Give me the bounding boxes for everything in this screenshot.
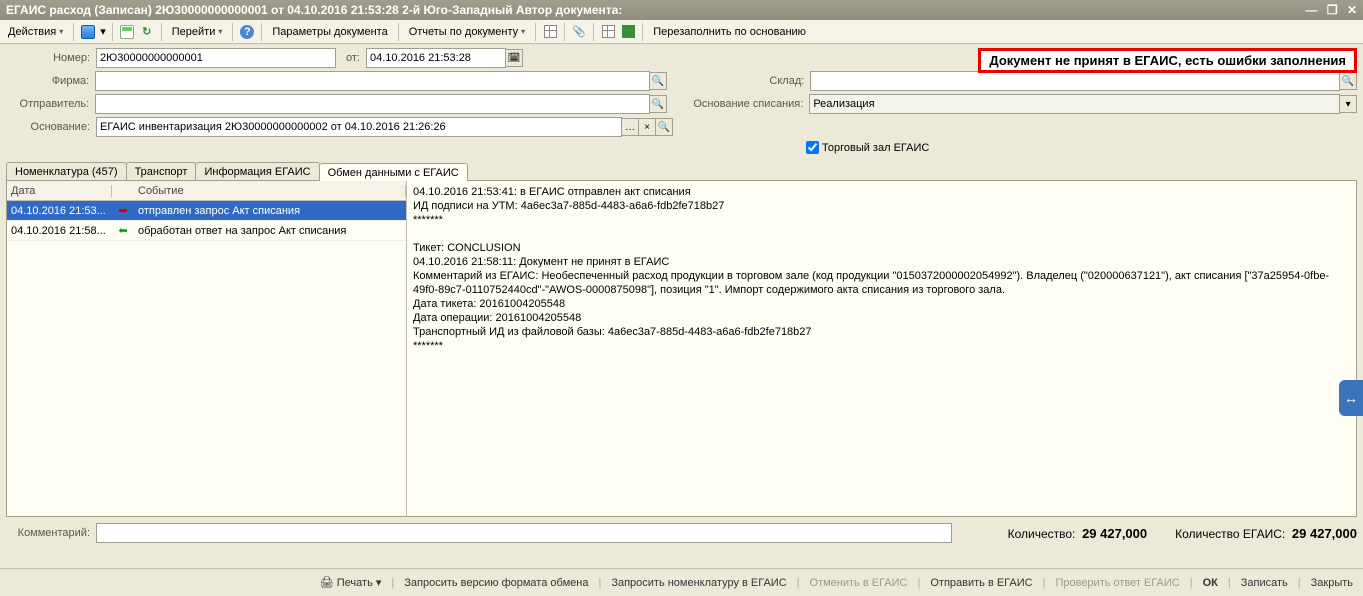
number-input[interactable] [96, 48, 336, 68]
print-button[interactable]: 🖨 Печать ▾ [318, 576, 384, 589]
firm-lookup-icon[interactable]: 🔍 [649, 72, 667, 90]
goto-menu[interactable]: Перейти▾ [168, 24, 227, 40]
send-egais-button[interactable]: Отправить в ЕГАИС [928, 577, 1034, 589]
doc-params-button[interactable]: Параметры документа [268, 24, 391, 40]
table-row[interactable]: 04.10.2016 21:58... ⬅ обработан ответ на… [7, 221, 406, 241]
reason-dropdown-icon[interactable]: ▾ [1339, 95, 1357, 113]
save-icon[interactable] [80, 24, 96, 40]
attach-icon[interactable]: 📎 [571, 24, 587, 40]
save-dropdown-icon[interactable]: ▾ [100, 25, 106, 38]
warehouse-label: Склад: [746, 75, 810, 87]
reason-label: Основание списания: [690, 99, 809, 110]
basis-open-icon[interactable]: … [621, 118, 639, 136]
close-icon[interactable]: ✕ [1347, 3, 1357, 17]
basis-clear-icon[interactable]: × [638, 118, 656, 136]
tab-strip: Номенклатура (457) Транспорт Информация … [6, 162, 1357, 181]
qty-egais-label: Количество ЕГАИС: [1175, 527, 1285, 541]
tab-transport[interactable]: Транспорт [126, 162, 197, 180]
save-button[interactable]: Записать [1239, 577, 1290, 589]
qty-label: Количество: [1008, 527, 1076, 541]
help-icon[interactable]: ? [239, 24, 255, 40]
tab-content: Дата Событие 04.10.2016 21:53... ➡ отпра… [6, 181, 1357, 517]
cancel-egais-button: Отменить в ЕГАИС [808, 577, 910, 589]
comment-label: Комментарий: [6, 527, 96, 539]
sender-label: Отправитель: [6, 98, 95, 110]
th-date[interactable]: Дата [7, 185, 112, 197]
number-label: Номер: [6, 52, 96, 64]
main-toolbar: Действия▾ ▾ ↻ Перейти▾ ? Параметры докум… [0, 20, 1363, 44]
qty-egais-value: 29 427,000 [1292, 526, 1357, 541]
sender-lookup-icon[interactable]: 🔍 [649, 95, 667, 113]
comment-input[interactable] [96, 523, 952, 543]
trade-hall-checkbox[interactable]: Торговый зал ЕГАИС [806, 141, 929, 154]
minimize-icon[interactable]: — [1305, 3, 1317, 17]
actions-menu[interactable]: Действия▾ [4, 24, 67, 40]
error-banner: Документ не принят в ЕГАИС, есть ошибки … [978, 48, 1357, 73]
sender-input[interactable] [95, 94, 650, 114]
grid-icon[interactable] [542, 24, 558, 40]
tab-egais-exchange[interactable]: Обмен данными с ЕГАИС [319, 163, 468, 181]
close-button[interactable]: Закрыть [1309, 577, 1355, 589]
refill-button[interactable]: Перезаполнить по основанию [649, 24, 810, 40]
bottom-bar: 🖨 Печать ▾ | Запросить версию формата об… [0, 568, 1363, 596]
spreadsheet-icon[interactable] [620, 24, 636, 40]
window-title: ЕГАИС расход (Записан) 2Ю30000000000001 … [6, 0, 622, 20]
warehouse-lookup-icon[interactable]: 🔍 [1339, 72, 1357, 90]
reports-menu[interactable]: Отчеты по документу▾ [405, 24, 530, 40]
form-area: Документ не принят в ЕГАИС, есть ошибки … [6, 48, 1357, 543]
trade-hall-checkbox-input[interactable] [806, 141, 819, 154]
teamviewer-handle-icon[interactable]: ↔ [1339, 380, 1363, 416]
refresh-icon[interactable]: ↻ [139, 24, 155, 40]
list-icon[interactable] [600, 24, 616, 40]
calendar-icon[interactable]: 🗓 [505, 49, 523, 67]
check-egais-button: Проверить ответ ЕГАИС [1053, 577, 1181, 589]
basis-input[interactable] [96, 117, 622, 137]
firm-label: Фирма: [6, 75, 95, 87]
request-nomenclature-button[interactable]: Запросить номенклатуру в ЕГАИС [609, 577, 788, 589]
warehouse-input[interactable] [810, 71, 1340, 91]
request-version-button[interactable]: Запросить версию формата обмена [402, 577, 590, 589]
table-row[interactable]: 04.10.2016 21:53... ➡ отправлен запрос А… [7, 201, 406, 221]
tab-egais-info[interactable]: Информация ЕГАИС [195, 162, 319, 180]
basis-label: Основание: [6, 121, 96, 133]
window-titlebar: ЕГАИС расход (Записан) 2Ю30000000000001 … [0, 0, 1363, 20]
reason-input[interactable] [809, 94, 1340, 114]
arrow-in-icon: ⬅ [112, 224, 134, 237]
from-input[interactable] [366, 48, 506, 68]
events-table: Дата Событие 04.10.2016 21:53... ➡ отпра… [7, 181, 407, 516]
tab-nomenclature[interactable]: Номенклатура (457) [6, 162, 127, 180]
ok-button[interactable]: ОК [1201, 577, 1220, 589]
th-event[interactable]: Событие [134, 185, 406, 197]
qty-value: 29 427,000 [1082, 526, 1147, 541]
document-icon[interactable] [119, 24, 135, 40]
basis-lookup-icon[interactable]: 🔍 [655, 118, 673, 136]
arrow-out-icon: ➡ [112, 204, 134, 217]
firm-input[interactable] [95, 71, 650, 91]
restore-icon[interactable]: ❐ [1327, 3, 1338, 17]
details-pane[interactable]: 04.10.2016 21:53:41: в ЕГАИС отправлен а… [407, 181, 1356, 516]
from-label: от: [336, 52, 366, 64]
